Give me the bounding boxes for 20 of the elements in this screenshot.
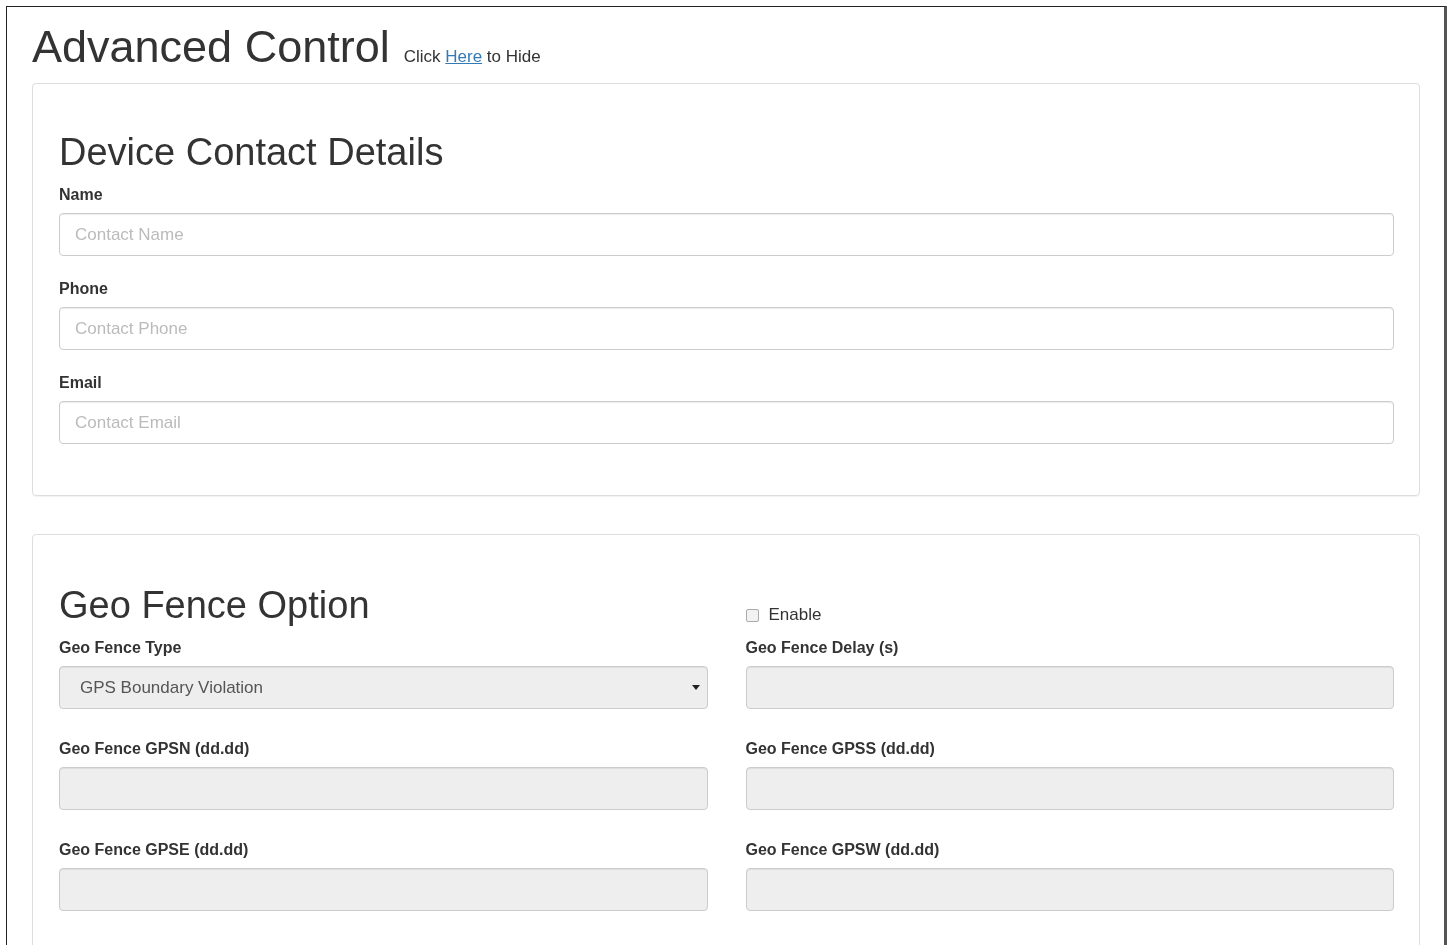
input-field[interactable]: Contact Phone [59,307,1394,350]
field-label: Email [59,374,103,392]
field-label: Name [59,186,104,204]
hide-hint: Click Here to Hide [403,47,541,67]
page-title: Advanced Control [32,21,390,73]
input-field[interactable]: Contact Name [59,213,1394,256]
field-label: Geo Fence Delay (s) [745,639,900,657]
field-label: Geo Fence GPSS (dd.dd) [745,740,936,758]
enable-checkbox[interactable] [745,608,759,622]
field-label: Geo Fence GPSN (dd.dd) [59,740,251,758]
input-field[interactable]: Contact Email [59,401,1394,444]
section-title: Geo Fence Option [59,583,371,627]
section-title: Device Contact Details [59,130,445,174]
field-label: Geo Fence GPSW (dd.dd) [745,841,941,859]
enable-label: Enable [768,605,822,625]
caret-icon [691,685,700,690]
hide-link[interactable]: Here [445,47,483,66]
field-label: Phone [59,280,109,298]
field-label: Geo Fence GPSE (dd.dd) [59,841,250,859]
field-label: Geo Fence Type [59,639,183,657]
